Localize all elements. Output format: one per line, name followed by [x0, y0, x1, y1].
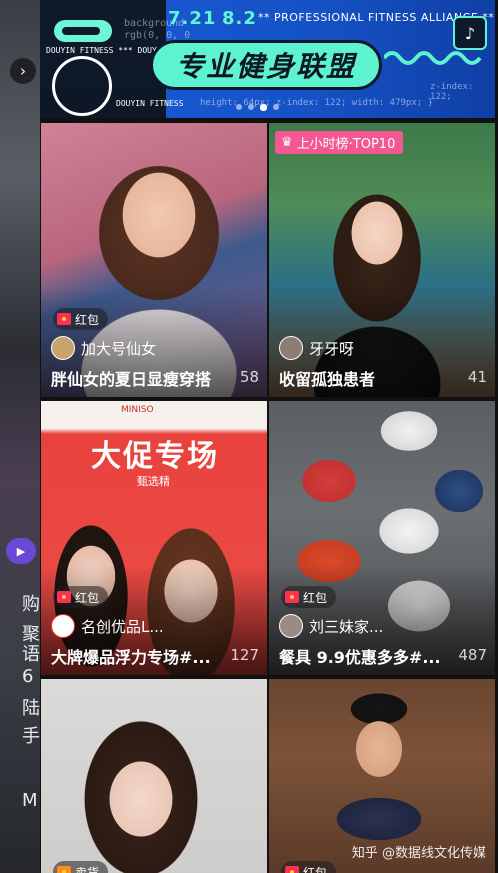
side-text: 语 — [22, 644, 40, 665]
side-text: M — [22, 790, 38, 811]
shopping-bag-icon — [57, 866, 71, 873]
stream-thumbnail — [41, 679, 267, 873]
rank-label: 上小时榜·TOP10 — [296, 137, 396, 152]
crown-icon: ♛ — [281, 135, 293, 150]
hourly-rank-badge[interactable]: ♛ 上小时榜·TOP10 — [275, 131, 404, 154]
promo-banner[interactable]: DOUYIN FITNESS *** DOUYIN FIT DOUYIN FIT… — [40, 0, 495, 120]
badge-label: 卖货 — [75, 865, 100, 873]
live-card[interactable]: 红包 刘三妹家... 餐具 9.9优惠多多#... 487 — [269, 401, 495, 675]
red-envelope-icon — [57, 313, 71, 325]
side-text: 陆 — [22, 698, 40, 719]
stream-title: 胖仙女的夏日显瘦穿搭 — [51, 370, 212, 389]
carousel-dot[interactable] — [248, 104, 254, 110]
avatar[interactable] — [279, 614, 303, 638]
banner-pill-graphic — [54, 20, 112, 42]
author-row[interactable]: 牙牙呀 — [279, 335, 354, 361]
avatar[interactable] — [279, 336, 303, 360]
red-envelope-badge: 红包 — [281, 861, 337, 873]
badge-label: 红包 — [303, 865, 328, 873]
red-envelope-badge: 红包 — [53, 586, 109, 608]
author-name: 名创优品L... — [81, 617, 164, 636]
live-card[interactable]: ♛ 上小时榜·TOP10 牙牙呀 收留孤独患者 41 — [269, 123, 495, 397]
side-text: 购 — [22, 594, 40, 615]
banner-date-end: 8.2 — [222, 8, 257, 29]
live-card[interactable]: 红包 加大号仙女 胖仙女的夏日显瘦穿搭 58 — [41, 123, 267, 397]
banner-date-start: 7.21 — [168, 8, 217, 29]
stream-title: 收留孤独患者 — [279, 370, 376, 389]
viewer-count: 127 — [230, 646, 259, 664]
watermark-text: 知乎 @数据线文化传媒 — [351, 846, 486, 861]
viewer-count: 58 — [239, 368, 259, 386]
side-text: 6 — [22, 666, 34, 687]
stream-title: 餐具 9.9优惠多多#... — [279, 648, 441, 667]
sales-badge: 卖货 — [53, 861, 109, 873]
red-envelope-badge: 红包 — [53, 308, 109, 330]
live-card[interactable]: 大促专场 甄选精 MINISO 红包 名创优品L... 大牌爆品浮力专场#...… — [41, 401, 267, 675]
red-envelope-icon — [57, 591, 71, 603]
play-icon: ▶ — [6, 538, 36, 564]
carousel-dot-active[interactable] — [260, 104, 267, 111]
badge-label: 红包 — [75, 312, 100, 327]
poster-title: 大促专场 — [91, 439, 219, 474]
author-row[interactable]: 名创优品L... — [51, 613, 164, 639]
carousel-dots — [236, 104, 279, 111]
banner-code-text: z-index: 122; — [430, 82, 474, 102]
viewer-count: 41 — [467, 368, 487, 386]
banner-ring-graphic — [52, 56, 112, 116]
author-name: 刘三妹家... — [309, 617, 384, 636]
viewer-count: 487 — [458, 646, 487, 664]
author-row[interactable]: 加大号仙女 — [51, 335, 156, 361]
red-envelope-icon — [285, 591, 299, 603]
wave-graphic — [384, 51, 482, 65]
avatar[interactable] — [51, 614, 75, 638]
author-name: 牙牙呀 — [309, 339, 355, 358]
badge-label: 红包 — [303, 590, 328, 605]
douyin-logo-icon: ♪ — [453, 16, 487, 50]
poster-subtitle: 甄选精 — [137, 475, 170, 488]
author-row[interactable]: 刘三妹家... — [279, 613, 383, 639]
side-text: 手 — [22, 726, 40, 747]
banner-ring-tag: DOUYIN FITNESS — [116, 99, 184, 108]
banner-code-text: height: 64px; z-index: 122; width: 479px… — [200, 98, 433, 108]
badge-label: 红包 — [75, 590, 100, 605]
banner-headline: 专业健身联盟 — [150, 40, 382, 90]
red-envelope-badge: 红包 — [281, 586, 337, 608]
live-card[interactable]: 卖货 — [41, 679, 267, 873]
avatar[interactable] — [51, 336, 75, 360]
stream-title: 大牌爆品浮力专场#... — [51, 648, 211, 667]
carousel-dot[interactable] — [273, 104, 279, 110]
carousel-dot[interactable] — [236, 104, 242, 110]
live-feed-panel: DOUYIN FITNESS *** DOUYIN FIT DOUYIN FIT… — [40, 0, 498, 873]
background-strip: › ▶ 购 聚 语 6 陆 手 M — [0, 0, 40, 873]
red-envelope-icon — [285, 866, 299, 873]
chevron-right-icon[interactable]: › — [10, 58, 36, 84]
poster-brand: MINISO — [121, 405, 154, 415]
author-name: 加大号仙女 — [81, 339, 157, 358]
